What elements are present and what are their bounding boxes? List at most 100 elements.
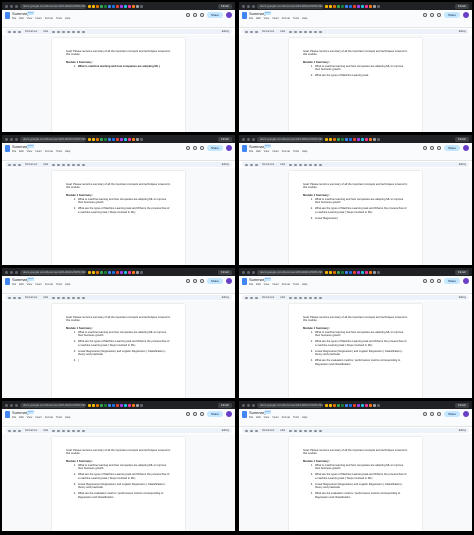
bold-icon[interactable] [52,163,56,166]
link-icon[interactable] [72,30,76,33]
address-bar[interactable]: docs.google.com/document/d/1a5cbHrWWnhD7… [257,402,323,408]
list-icon[interactable] [319,296,323,299]
extension-icon[interactable] [120,403,123,407]
history-icon[interactable] [423,13,427,17]
list-icon[interactable] [82,429,86,432]
text-color-icon[interactable] [67,163,71,166]
history-icon[interactable] [186,279,190,283]
extension-icon[interactable] [112,137,115,141]
extension-icon[interactable] [108,4,111,8]
menu-item-file[interactable]: File [12,283,16,286]
comment-icon[interactable] [430,412,434,416]
extension-icon[interactable] [353,270,356,274]
extension-icon[interactable] [369,270,372,274]
print-icon[interactable] [255,296,258,299]
menu-item-tools[interactable]: Tools [56,150,62,153]
menu-item-edit[interactable]: Edit [19,283,23,286]
link-icon[interactable] [72,429,76,432]
extension-icon[interactable] [377,4,380,8]
extension-icon[interactable] [136,137,139,141]
print-icon[interactable] [255,429,258,432]
list-icon[interactable] [82,163,86,166]
extension-icon[interactable] [341,270,344,274]
extension-icon[interactable] [361,4,364,8]
forward-icon[interactable] [247,137,250,141]
editing-mode-select[interactable]: Editing [222,429,229,432]
extension-icon[interactable] [112,270,115,274]
extension-icon[interactable] [353,4,356,8]
align-icon[interactable] [77,296,81,299]
text-color-icon[interactable] [67,296,71,299]
extension-icon[interactable] [369,137,372,141]
extension-icon[interactable] [337,137,340,141]
print-icon[interactable] [18,296,21,299]
print-icon[interactable] [18,429,21,432]
bold-icon[interactable] [289,163,293,166]
bold-icon[interactable] [52,30,56,33]
link-icon[interactable] [72,296,76,299]
extension-icon[interactable] [345,403,348,407]
extension-icon[interactable] [116,270,119,274]
avatar[interactable] [463,145,469,151]
menu-item-format[interactable]: Format [45,17,53,20]
extension-icon[interactable] [100,403,103,407]
history-icon[interactable] [186,412,190,416]
font-select[interactable]: Arial [41,429,50,432]
extension-icon[interactable] [325,403,328,407]
history-icon[interactable] [423,412,427,416]
extension-icon[interactable] [104,270,107,274]
menu-item-insert[interactable]: Insert [272,283,279,286]
extension-icon[interactable] [104,137,107,141]
paragraph-style-select[interactable]: Normal text [23,163,39,166]
extension-icon[interactable] [88,403,91,407]
editing-mode-select[interactable]: Editing [222,163,229,166]
menu-item-help[interactable]: Help [302,150,307,153]
menu-item-format[interactable]: Format [282,150,290,153]
history-icon[interactable] [186,13,190,17]
comment-icon[interactable] [430,13,434,17]
underline-icon[interactable] [62,30,66,33]
menu-item-view[interactable]: View [27,17,33,20]
extension-icon[interactable] [357,403,360,407]
extension-icon[interactable] [100,270,103,274]
font-select[interactable]: Arial [278,296,287,299]
menu-item-format[interactable]: Format [45,416,53,419]
docs-logo-icon[interactable] [5,12,10,19]
menu-item-edit[interactable]: Edit [256,17,260,20]
extension-icon[interactable] [96,270,99,274]
share-button[interactable]: Share [207,12,223,18]
editing-mode-select[interactable]: Editing [459,163,466,166]
extension-icon[interactable] [104,4,107,8]
comment-icon[interactable] [430,146,434,150]
extension-icon[interactable] [128,270,131,274]
document-page[interactable]: Goal: Please record a summary of all the… [52,437,185,531]
document-page[interactable]: Goal: Please record a summary of all the… [52,304,185,398]
address-bar[interactable]: docs.google.com/document/d/1a5cbHrWWnhD7… [257,136,323,142]
docs-logo-icon[interactable] [242,411,247,418]
print-icon[interactable] [18,163,21,166]
extension-icon[interactable] [124,403,127,407]
document-page[interactable]: Goal: Please record a summary of all the… [52,38,185,132]
comment-icon[interactable] [193,146,197,150]
list-icon[interactable] [319,429,323,432]
menu-item-tools[interactable]: Tools [293,416,299,419]
extension-icon[interactable] [361,270,364,274]
extension-icon[interactable] [369,4,372,8]
link-icon[interactable] [309,296,313,299]
finish-update-button[interactable]: Finish update [455,3,469,13]
extension-icon[interactable] [132,4,135,8]
extension-icon[interactable] [116,137,119,141]
menu-item-help[interactable]: Help [302,416,307,419]
back-icon[interactable] [242,4,245,8]
forward-icon[interactable] [247,4,250,8]
menu-item-tools[interactable]: Tools [293,17,299,20]
paragraph-style-select[interactable]: Normal text [260,163,276,166]
menu-item-help[interactable]: Help [65,416,70,419]
font-select[interactable]: Arial [41,30,50,33]
menu-item-tools[interactable]: Tools [293,283,299,286]
share-button[interactable]: Share [207,145,223,151]
menu-item-edit[interactable]: Edit [256,150,260,153]
extension-icon[interactable] [365,403,368,407]
extension-icon[interactable] [124,137,127,141]
undo-icon[interactable] [8,296,11,299]
